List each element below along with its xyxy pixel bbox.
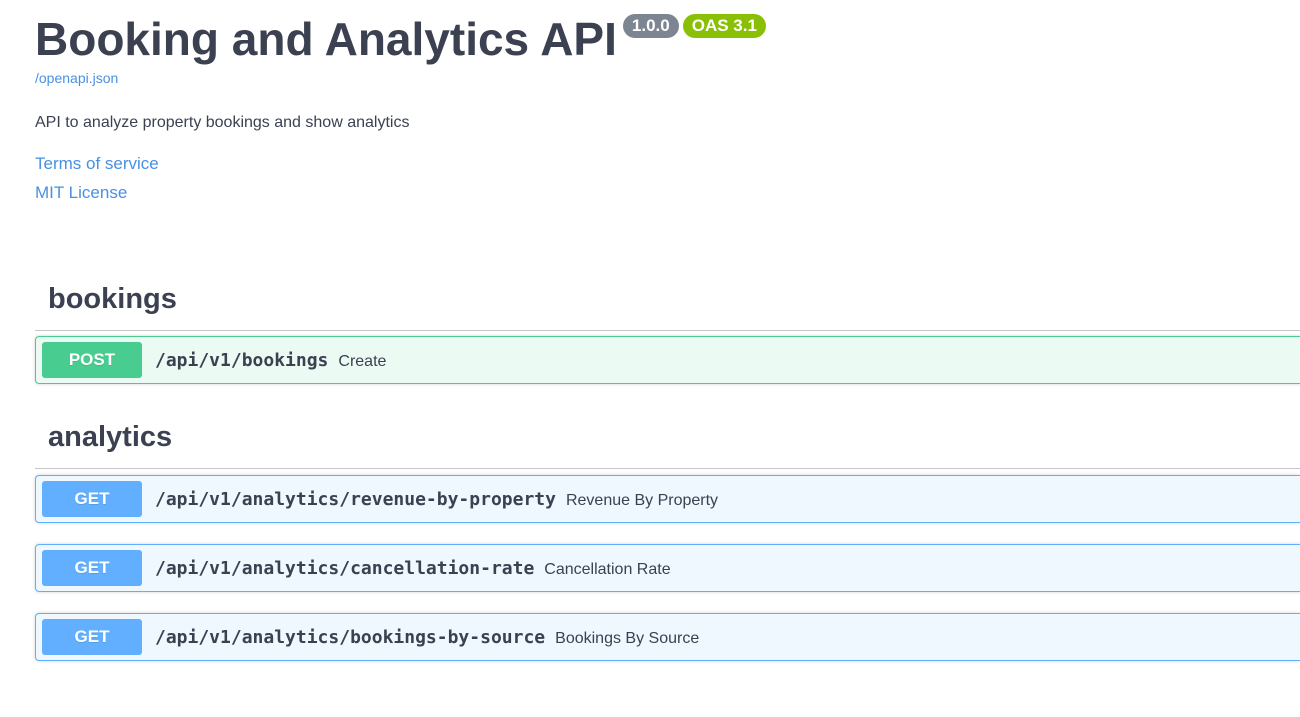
tag-section-bookings: bookings POST /api/v1/bookings Create — [35, 278, 1300, 384]
operation-get-cancellation-rate[interactable]: GET /api/v1/analytics/cancellation-rate C… — [35, 544, 1300, 592]
method-badge: GET — [42, 481, 142, 517]
operation-path: /api/v1/analytics/bookings-by-source Book… — [155, 627, 699, 650]
license-link[interactable]: MIT License — [35, 183, 127, 203]
tag-title: bookings — [48, 283, 177, 315]
tag-header-bookings[interactable]: bookings — [35, 278, 1300, 331]
operation-summary: Create — [338, 353, 387, 370]
operation-summary: Revenue By Property — [565, 492, 719, 509]
api-title: Booking and Analytics API — [35, 13, 617, 65]
tag-header-analytics[interactable]: analytics — [35, 416, 1300, 469]
path-text: /api/v1/analytics/revenue-by-property — [155, 489, 556, 510]
oas-badge: OAS 3.1 — [682, 14, 766, 38]
method-badge: POST — [42, 342, 142, 378]
operation-path: /api/v1/analytics/revenue-by-property Rev… — [155, 489, 718, 512]
api-description: API to analyze property bookings and sho… — [35, 114, 410, 131]
operation-post-bookings[interactable]: POST /api/v1/bookings Create — [35, 336, 1300, 384]
method-badge: GET — [42, 550, 142, 586]
title-row: Booking and Analytics API 1.0.0 OAS 3.1 — [35, 13, 766, 69]
method-badge: GET — [42, 619, 142, 655]
path-text: /api/v1/analytics/cancellation-rate — [155, 558, 535, 579]
operation-path: /api/v1/analytics/cancellation-rate Cance… — [155, 558, 671, 581]
operation-get-bookings-by-source[interactable]: GET /api/v1/analytics/bookings-by-source… — [35, 613, 1300, 661]
tag-title: analytics — [48, 421, 173, 453]
operation-summary: Bookings By Source — [555, 630, 700, 647]
tag-section-analytics: analytics GET /api/v1/analytics/revenue-… — [35, 416, 1300, 661]
terms-of-service-link[interactable]: Terms of service — [35, 154, 159, 174]
version-badge: 1.0.0 — [622, 14, 679, 38]
operation-summary: Cancellation Rate — [544, 561, 671, 578]
openapi-json-link[interactable]: /openapi.json — [35, 70, 118, 86]
operation-path: /api/v1/bookings Create — [155, 350, 386, 373]
path-text: /api/v1/analytics/bookings-by-source — [155, 627, 546, 648]
path-text: /api/v1/bookings — [155, 350, 329, 371]
operation-get-revenue-by-property[interactable]: GET /api/v1/analytics/revenue-by-propert… — [35, 475, 1300, 523]
